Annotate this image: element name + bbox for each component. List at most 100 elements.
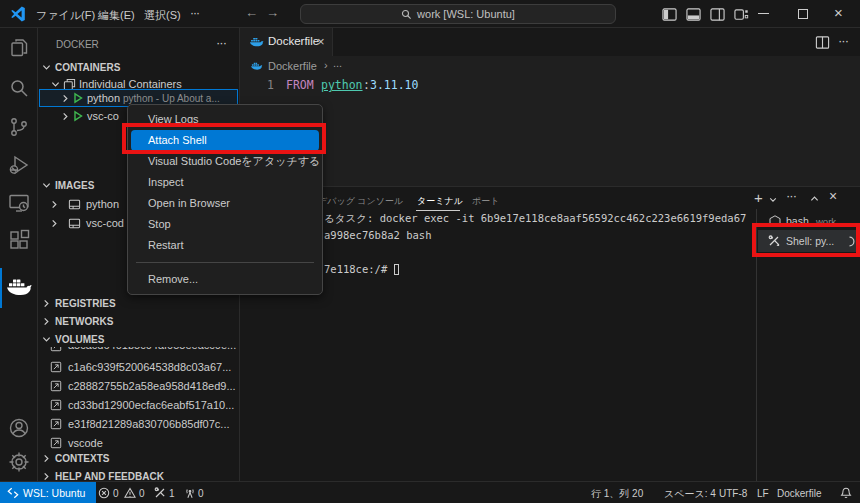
tree-item-vsc-co[interactable]: vsc-co <box>87 110 119 122</box>
annotation-box-shell <box>752 223 860 257</box>
menu-item-stop[interactable]: Stop <box>131 214 319 235</box>
section-registries[interactable]: REGISTRIES <box>55 298 116 309</box>
code-tag: 3.11.10 <box>370 78 418 92</box>
tree-item-image-python[interactable]: python <box>86 198 119 210</box>
menu-edit[interactable]: 編集(E) <box>98 8 135 23</box>
editor-more-icon[interactable]: ··· <box>838 33 848 48</box>
tab-bar <box>240 28 860 56</box>
status-bar: WSL: Ubuntu 0 0 1 0 行 1、列 20 スペース: 4 UTF… <box>0 481 860 503</box>
window-close-button[interactable]: × <box>834 4 843 21</box>
errors-count[interactable]: 0 <box>113 488 119 499</box>
container-running-icon <box>72 92 84 104</box>
breadcrumb-more[interactable]: ... <box>333 57 342 69</box>
indentation[interactable]: スペース: 4 <box>664 487 716 501</box>
window-maximize-button[interactable] <box>798 9 808 19</box>
toggle-sidebar-icon[interactable] <box>662 7 677 22</box>
explorer-icon[interactable] <box>7 36 31 60</box>
tab-dockerfile[interactable]: Dockerfile × <box>240 28 333 56</box>
menu-overflow[interactable]: ··· <box>190 6 199 20</box>
panel-close-icon[interactable]: × <box>829 188 837 204</box>
networks-chevron-icon[interactable] <box>42 317 51 326</box>
volume-row[interactable]: vscode <box>38 434 240 453</box>
breadcrumb[interactable]: Dockerfile › ... <box>240 56 860 76</box>
breadcrumb-file[interactable]: Dockerfile <box>268 60 317 72</box>
tree-item-python[interactable]: python <box>87 92 120 104</box>
volumes-chevron-icon[interactable] <box>42 335 51 344</box>
menu-item-open-in-browser[interactable]: Open in Browser <box>131 193 319 214</box>
section-contexts[interactable]: CONTEXTS <box>55 453 109 464</box>
nav-forward-icon[interactable]: → <box>266 5 279 20</box>
section-networks[interactable]: NETWORKS <box>55 316 113 327</box>
window-minimize-button[interactable] <box>758 13 769 14</box>
section-volumes[interactable]: VOLUMES <box>55 334 104 345</box>
eol[interactable]: LF <box>757 488 769 499</box>
volume-row-clipped[interactable]: a5cacd6401b5c04af055eeacc0e... <box>38 347 240 357</box>
search-icon <box>401 9 412 20</box>
source-control-icon[interactable] <box>7 115 31 139</box>
volume-row[interactable]: c28882755b2a58ea958d418ed9... <box>38 377 240 396</box>
customize-layout-icon[interactable] <box>734 7 749 22</box>
search-sidebar-icon[interactable] <box>7 76 31 100</box>
panel-tab-terminal[interactable]: ターミナル <box>417 195 463 208</box>
section-containers[interactable]: CONTAINERS <box>55 62 120 73</box>
tab-title: Dockerfile <box>268 35 319 47</box>
image-vsc-chevron-icon[interactable] <box>50 219 59 228</box>
terminal-cursor <box>394 264 399 275</box>
menu-selection[interactable]: 選択(S) <box>144 8 181 23</box>
accounts-icon[interactable] <box>7 416 31 440</box>
section-help[interactable]: HELP AND FEEDBACK <box>55 471 164 481</box>
settings-gear-icon[interactable] <box>7 450 31 474</box>
encoding[interactable]: UTF-8 <box>719 488 747 499</box>
images-chevron-icon[interactable] <box>42 181 51 190</box>
menu-file[interactable]: ファイル(F) <box>36 8 95 23</box>
python-chevron-icon[interactable] <box>61 94 70 103</box>
panel-maximize-icon[interactable] <box>810 194 819 203</box>
run-debug-icon[interactable] <box>7 153 31 177</box>
toggle-panel-icon[interactable] <box>686 7 701 22</box>
help-chevron-icon[interactable] <box>42 472 51 481</box>
tree-item-image-vsc-cod[interactable]: vsc-cod <box>86 217 124 229</box>
new-terminal-icon[interactable]: + <box>754 189 763 206</box>
image-python-chevron-icon[interactable] <box>50 200 59 209</box>
sidebar-more-icon[interactable]: ··· <box>216 35 226 50</box>
ports-count[interactable]: 0 <box>198 488 204 499</box>
terminal-line-2: a998ec76b8a2 bash <box>324 227 746 244</box>
docker-icon[interactable] <box>6 276 32 298</box>
volume-row[interactable]: cd33bd12900ecfac6eabf517a10... <box>38 396 240 415</box>
tab-close-icon[interactable]: × <box>317 34 325 49</box>
group-chevron-icon[interactable] <box>51 80 60 89</box>
extensions-icon[interactable] <box>7 228 31 252</box>
vsc-chevron-icon[interactable] <box>61 112 70 121</box>
menu-item-remove[interactable]: Remove... <box>131 269 319 290</box>
split-editor-icon[interactable] <box>815 35 830 50</box>
terminal-dropdown-icon[interactable] <box>769 196 777 204</box>
warnings-count[interactable]: 0 <box>139 488 145 499</box>
toggle-secondary-sidebar-icon[interactable] <box>710 7 725 22</box>
panel: デバッグ コンソール ターミナル ポート + ··· × るタスク: docke… <box>240 186 860 481</box>
search-box[interactable]: work [WSL: Ubuntu] <box>300 4 616 24</box>
volume-row[interactable]: e31f8d21289a830706b85df07c... <box>38 415 240 434</box>
terminal-output[interactable]: るタスク: docker exec -it 6b9e17e118ce8aaf56… <box>324 210 746 278</box>
panel-tab-ports[interactable]: ポート <box>472 195 499 208</box>
containers-chevron-icon[interactable] <box>42 63 51 72</box>
nav-back-icon[interactable]: ← <box>245 5 258 20</box>
cursor-position[interactable]: 行 1、列 20 <box>591 487 643 501</box>
menu-item-inspect[interactable]: Inspect <box>131 172 319 193</box>
menu-separator <box>136 262 314 263</box>
language-mode[interactable]: Dockerfile <box>777 488 821 499</box>
panel-more-icon[interactable]: ··· <box>786 188 796 203</box>
registries-chevron-icon[interactable] <box>42 299 51 308</box>
panel-tab-debug-console[interactable]: デバッグ コンソール <box>318 195 403 208</box>
volume-row[interactable]: c1a6c939f520064538d8c03a67... <box>38 358 240 377</box>
contexts-chevron-icon[interactable] <box>42 454 51 463</box>
code-colon: : <box>363 78 370 92</box>
notifications-bell-icon[interactable] <box>840 487 852 499</box>
remote-explorer-icon[interactable] <box>7 191 31 215</box>
code-image-ref[interactable]: python <box>321 78 363 92</box>
section-images[interactable]: IMAGES <box>55 180 94 191</box>
code-line-1[interactable]: 1 FROM python : 3.11.10 <box>240 78 860 96</box>
menu-item-restart[interactable]: Restart <box>131 235 319 256</box>
remote-indicator[interactable]: WSL: Ubuntu <box>0 482 96 503</box>
tasks-count[interactable]: 1 <box>169 488 175 499</box>
menu-item-attach-vscode[interactable]: Visual Studio Codeをアタッチする <box>131 151 319 172</box>
